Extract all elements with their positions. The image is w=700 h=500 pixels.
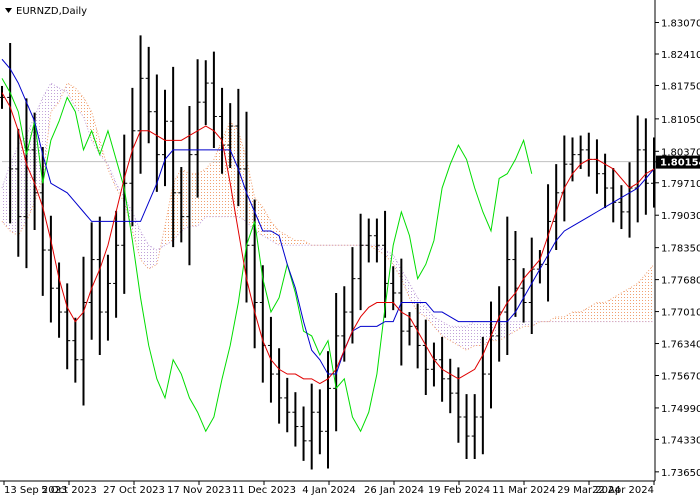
y-tick-label: 1.78350 bbox=[661, 244, 700, 255]
cloud-segment bbox=[474, 321, 483, 346]
y-tick-label: 1.83070 bbox=[661, 19, 700, 30]
y-tick-label: 1.76340 bbox=[661, 340, 700, 351]
chart-title-text: EURNZD,Daily bbox=[16, 6, 87, 17]
x-tick-label: 17 Nov 2023 bbox=[167, 485, 231, 496]
y-tick-label: 1.77010 bbox=[661, 308, 700, 319]
cloud-segment bbox=[499, 321, 508, 341]
cloud-segment bbox=[572, 312, 581, 322]
price-label: 1.80154 bbox=[656, 155, 700, 169]
y-tick-label: 1.79030 bbox=[661, 211, 700, 222]
y-tick-label: 1.74330 bbox=[661, 435, 700, 446]
cloud-segment bbox=[50, 83, 60, 112]
y-tick-label: 1.74990 bbox=[661, 404, 700, 415]
cloud-segment bbox=[205, 159, 214, 217]
x-tick-label: 11 Mar 2024 bbox=[492, 485, 555, 496]
cloud-segment bbox=[605, 297, 614, 322]
cloud-segment bbox=[376, 245, 386, 255]
cloud-segment bbox=[417, 297, 426, 317]
cloud-segment bbox=[222, 121, 231, 217]
y-tick-label: 1.81750 bbox=[661, 81, 700, 92]
y-axis-ticks: 1.830701.824101.817501.810501.803701.797… bbox=[655, 19, 700, 479]
y-tick-label: 1.73650 bbox=[661, 468, 700, 479]
y-tick-label: 1.82410 bbox=[661, 50, 700, 61]
cloud-segment bbox=[99, 140, 108, 169]
ichimoku-chart[interactable]: 1.830701.824101.817501.810501.803701.797… bbox=[0, 0, 700, 500]
cloud-segment bbox=[393, 254, 402, 279]
cloud-segment bbox=[287, 235, 296, 246]
cloud-segment bbox=[75, 87, 84, 117]
cloud-segment bbox=[2, 164, 11, 231]
cloud-segment bbox=[116, 183, 125, 203]
cloud-segment bbox=[556, 316, 565, 322]
cloud-segment bbox=[491, 321, 500, 341]
x-tick-label: 11 Dec 2023 bbox=[232, 485, 296, 496]
y-tick-label: 1.77680 bbox=[661, 276, 700, 287]
x-tick-label: 5 Oct 2023 bbox=[41, 485, 96, 496]
cloud-segment bbox=[140, 230, 149, 270]
cloud-segment bbox=[433, 316, 443, 336]
cloud-segment bbox=[629, 283, 638, 322]
price-bars bbox=[0, 35, 657, 470]
cloud-segment bbox=[238, 130, 247, 222]
cloud-segment bbox=[515, 321, 524, 332]
triangle-down-icon[interactable] bbox=[5, 8, 12, 13]
cloud-segment bbox=[165, 183, 174, 246]
cloud-segment bbox=[279, 230, 288, 246]
cloud-segment bbox=[564, 312, 573, 322]
x-tick-label: 26 Jan 2024 bbox=[364, 485, 424, 496]
cloud-segment bbox=[401, 269, 410, 298]
x-tick-label: 19 Feb 2024 bbox=[428, 485, 490, 496]
cloud-segment bbox=[548, 316, 557, 322]
cloud-segment bbox=[148, 245, 157, 270]
cloud-segment bbox=[156, 226, 165, 265]
cloud-segment bbox=[10, 145, 19, 236]
cloud-segment bbox=[637, 273, 646, 322]
x-tick-label: 22 Apr 2024 bbox=[592, 485, 654, 496]
chikou-span-line bbox=[1, 78, 533, 433]
cloud-segment bbox=[26, 116, 35, 222]
price-label-text: 1.80154 bbox=[660, 158, 700, 169]
cloud-segment bbox=[368, 245, 377, 251]
cloud-segment bbox=[295, 240, 304, 246]
cloud-segment bbox=[181, 168, 190, 231]
cloud-segment bbox=[596, 302, 606, 322]
chart-root: 1.83070 1.82410 1.81750 1.81050 1.80370 1.797… bbox=[0, 0, 700, 500]
cloud-segment bbox=[458, 326, 467, 351]
chart-title[interactable]: EURNZD,Daily bbox=[5, 6, 87, 17]
y-tick-label: 1.81050 bbox=[661, 115, 700, 126]
x-axis-ticks: 13 Sep 20235 Oct 2023 27 Oct 2023 17 Nov 2… bbox=[3, 481, 655, 496]
cloud-segment bbox=[482, 321, 491, 346]
cloud-segment bbox=[303, 240, 312, 246]
cloud-segment bbox=[189, 173, 198, 227]
cloud-segment bbox=[507, 321, 516, 336]
cloud-segment bbox=[613, 292, 622, 322]
x-tick-label: 27 Oct 2023 bbox=[103, 485, 165, 496]
cloud-segment bbox=[173, 168, 182, 241]
cloud-segment bbox=[588, 302, 597, 322]
cloud-segment bbox=[213, 140, 223, 217]
cloud-segment bbox=[621, 288, 630, 322]
cloud-segment bbox=[450, 326, 459, 346]
cloud-segment bbox=[580, 307, 589, 322]
x-tick-label: 4 Jan 2024 bbox=[302, 485, 356, 496]
y-tick-label: 1.79710 bbox=[661, 179, 700, 190]
cloud-segment bbox=[523, 321, 532, 327]
y-tick-label: 1.75670 bbox=[661, 371, 700, 382]
cloud-segment bbox=[262, 207, 271, 241]
cloud-segment bbox=[230, 121, 239, 217]
cloud-segment bbox=[409, 283, 418, 313]
